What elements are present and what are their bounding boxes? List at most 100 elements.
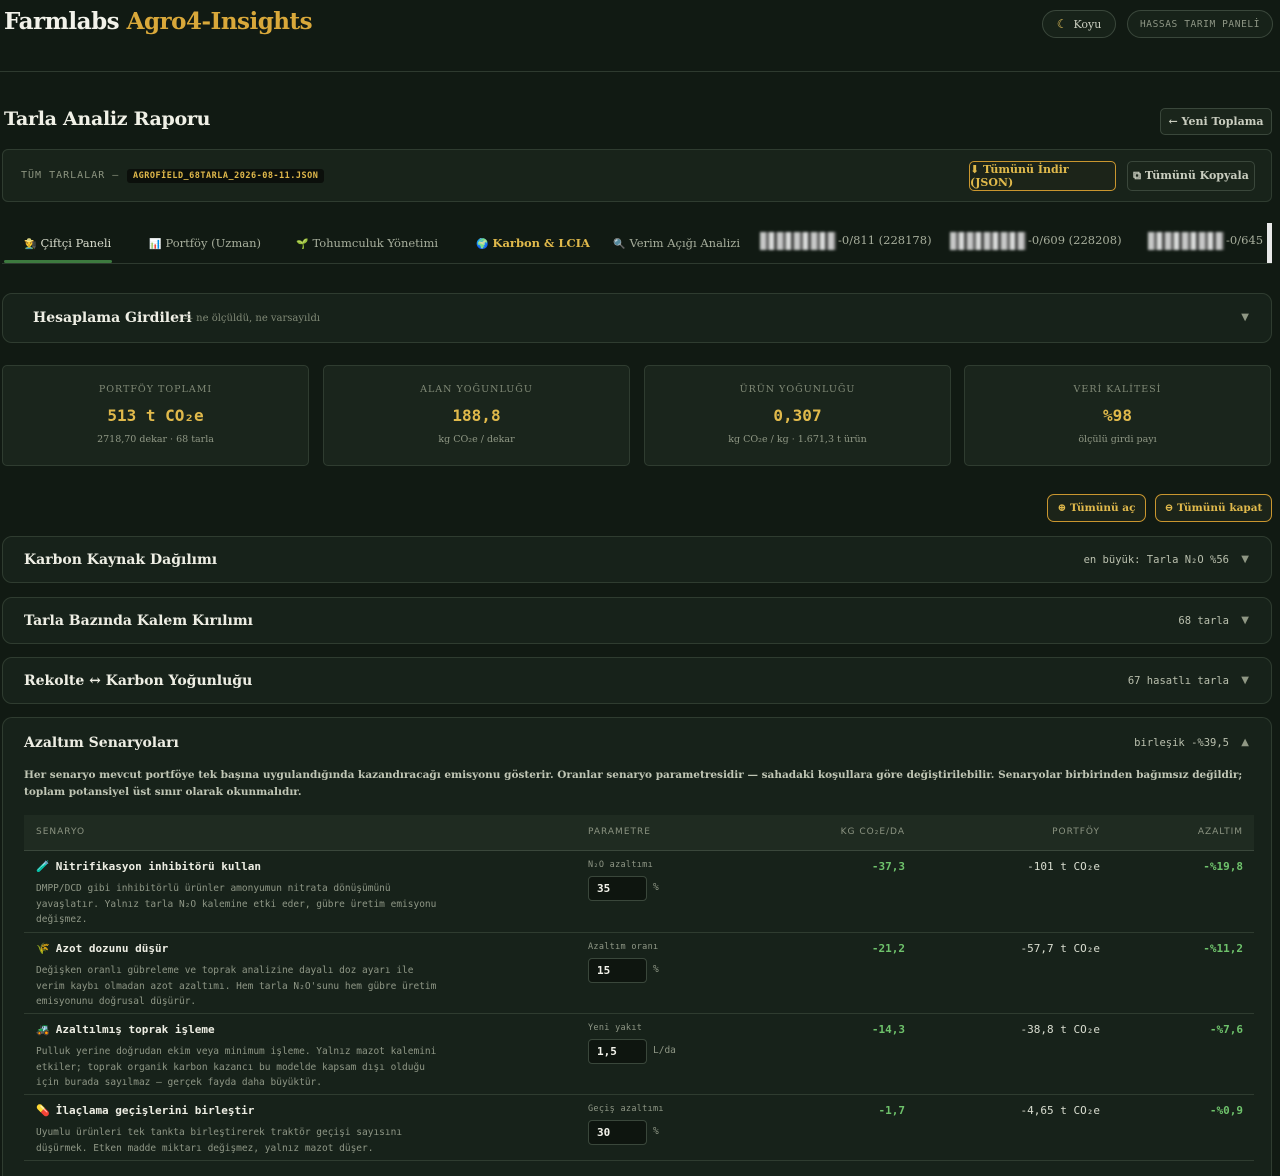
parameter-input[interactable]: 15	[588, 958, 647, 983]
kg-per-decare-value: -21,2	[871, 942, 905, 955]
calculation-inputs-panel[interactable]: Hesaplama Girdileri — ne ölçüldü, ne var…	[2, 293, 1272, 343]
seedling-icon: 🌱	[296, 239, 309, 250]
page-title: Tarla Analiz Raporu	[4, 108, 211, 130]
scenario-description: Pulluk yerine doğrudan ekim veya minimum…	[36, 1046, 437, 1088]
chevron-down-icon[interactable]: ▼	[1241, 554, 1249, 565]
files-filename: AGROFİELD_68TARLA_2026-08-11.JSON	[127, 169, 325, 183]
tab-yield-gap[interactable]: 🔍 Verim Açığı Analizi	[613, 236, 740, 250]
tab-field-2[interactable]: -0/609 (228208)	[950, 232, 1122, 250]
section-title[interactable]: Azaltım Senaryoları	[24, 735, 179, 751]
scenario-name: 💊 İlaçlama geçişlerini birleştir	[36, 1104, 254, 1117]
magnifier-icon: 🔍	[613, 239, 626, 250]
redacted-field-name	[950, 232, 1026, 250]
section-title: Rekolte ↔ Karbon Yoğunluğu	[24, 673, 253, 689]
scenario-name-text: Azaltılmış toprak işleme	[55, 1023, 215, 1036]
top-bar: Farmlabs Agro4-Insights ☾ Koyu HASSAS TA…	[0, 0, 1280, 72]
kpi-value: 0,307	[773, 406, 822, 425]
kpi-label: PORTFÖY TOPLAMI	[98, 384, 213, 395]
kpi-value: %98	[1103, 406, 1132, 425]
column-header-portfolio: PORTFÖY	[1052, 827, 1100, 837]
scenario-description: Değişken oranlı gübreleme ve toprak anal…	[36, 965, 437, 1007]
parameter-label: Yeni yakıt	[588, 1023, 643, 1033]
table-header: SENARYO PARAMETRE KG CO₂E/DA PORTFÖY AZA…	[24, 815, 1254, 851]
download-all-button[interactable]: ⬇ Tümünü İndir (JSON)	[969, 161, 1116, 191]
active-tab-indicator	[4, 260, 112, 263]
brand-logo: Farmlabs Agro4-Insights	[4, 8, 313, 35]
scenario-name: 🧪 Nitrifikasyon inhibitörü kullan	[36, 860, 261, 873]
column-header-kg: KG CO₂E/DA	[840, 827, 905, 837]
tab-scroll-edge[interactable]	[1267, 223, 1272, 263]
kpi-card-product-intensity: ÜRÜN YOĞUNLUĞU 0,307 kg CO₂e / kg · 1.67…	[644, 365, 951, 466]
tab-label: Verim Açığı Analizi	[629, 236, 741, 250]
pill-icon: 💊	[36, 1104, 50, 1117]
panel-label: HASSAS TARIM PANELİ	[1139, 18, 1261, 30]
table-row: 🚜 Azaltılmış toprak işleme Pulluk yerine …	[24, 1014, 1254, 1095]
parameter-label: N₂O azaltımı	[588, 860, 654, 870]
copy-all-button[interactable]: ⧉ Tümünü Kopyala	[1127, 161, 1255, 191]
inputs-subtitle: — ne ölçüldü, ne varsayıldı	[183, 313, 321, 324]
section-yield-carbon-intensity[interactable]: Rekolte ↔ Karbon Yoğunluğu 67 hasatlı ta…	[2, 657, 1272, 704]
kpi-card-area-intensity: ALAN YOĞUNLUĞU 188,8 kg CO₂e / dekar	[323, 365, 630, 466]
reduction-value: -%0,9	[1209, 1104, 1243, 1117]
tab-seed-management[interactable]: 🌱 Tohumculuk Yönetimi	[296, 236, 438, 250]
section-field-item-breakdown[interactable]: Tarla Bazında Kalem Kırılımı 68 tarla ▼	[2, 597, 1272, 644]
kpi-subtext: kg CO₂e / kg · 1.671,3 t ürün	[728, 434, 867, 445]
kpi-subtext: ölçülü girdi payı	[1078, 434, 1157, 445]
tab-carbon-lcia[interactable]: 🌍 Karbon & LCIA	[476, 236, 590, 250]
scenario-name-text: İlaçlama geçişlerini birleştir	[55, 1104, 255, 1117]
theme-toggle-button[interactable]: ☾ Koyu	[1042, 10, 1116, 38]
tab-label: -0/609 (228208)	[1028, 233, 1122, 247]
tab-label: Çiftçi Paneli	[40, 236, 112, 250]
tab-field-1[interactable]: -0/811 (228178)	[760, 232, 932, 250]
parameter-input[interactable]: 1,5	[588, 1039, 647, 1064]
tractor-icon: 🚜	[36, 1023, 50, 1036]
collapse-all-button[interactable]: ⊖ Tümünü kapat	[1155, 494, 1272, 522]
tab-field-3[interactable]: -0/645	[1148, 232, 1263, 250]
scenario-description: DMPP/DCD gibi inhibitörlü ürünler amonyu…	[36, 883, 437, 925]
table-row: 🌾 Azot dozunu düşür Değişken oranlı gübre…	[24, 933, 1254, 1014]
chevron-down-icon[interactable]: ▼	[1241, 312, 1249, 323]
globe-icon: 🌍	[476, 239, 489, 250]
redacted-field-name	[1148, 232, 1224, 250]
kpi-card-data-quality: VERİ KALİTESİ %98 ölçülü girdi payı	[964, 365, 1271, 466]
parameter-unit: %	[653, 1126, 659, 1137]
parameter-input[interactable]: 30	[588, 1120, 647, 1145]
scenario-name: 🌾 Azot dozunu düşür	[36, 942, 168, 955]
reduction-value: -%11,2	[1203, 942, 1243, 955]
kg-per-decare-value: -14,3	[871, 1023, 905, 1036]
theme-label: Koyu	[1073, 17, 1102, 31]
files-label: TÜM TARLALAR —	[21, 170, 120, 181]
chart-icon: 📊	[149, 239, 162, 250]
scenario-name: 🚜 Azaltılmış toprak işleme	[36, 1023, 215, 1036]
portfolio-value: -57,7 t CO₂e	[1020, 942, 1100, 955]
chevron-down-icon[interactable]: ▼	[1241, 615, 1249, 626]
portfolio-value: -4,65 t CO₂e	[1020, 1104, 1100, 1117]
kpi-card-portfolio-total: PORTFÖY TOPLAMI 513 t CO₂e 2718,70 dekar…	[2, 365, 309, 466]
tab-farmer-panel[interactable]: 👨‍🌾 Çiftçi Paneli	[24, 236, 111, 250]
expand-all-button[interactable]: ⊕ Tümünü aç	[1047, 494, 1146, 522]
table-row: 🧪 Nitrifikasyon inhibitörü kullan DMPP/DC…	[24, 851, 1254, 933]
portfolio-value: -38,8 t CO₂e	[1020, 1023, 1100, 1036]
parameter-input[interactable]: 35	[588, 876, 647, 901]
section-carbon-source-distribution[interactable]: Karbon Kaynak Dağılımı en büyük: Tarla N…	[2, 536, 1272, 583]
section-meta: birleşik -%39,5	[1134, 737, 1229, 749]
brand-accent: Agro4-Insights	[126, 8, 313, 35]
kpi-subtext: kg CO₂e / dekar	[438, 434, 515, 445]
section-title: Tarla Bazında Kalem Kırılımı	[24, 613, 253, 629]
kpi-value: 188,8	[452, 406, 501, 425]
files-bar: TÜM TARLALAR — AGROFİELD_68TARLA_2026-08…	[2, 149, 1272, 202]
chevron-down-icon[interactable]: ▼	[1241, 675, 1249, 686]
chevron-up-icon[interactable]: ▲	[1241, 737, 1249, 748]
table-row: 💊 İlaçlama geçişlerini birleştir Uyumlu ü…	[24, 1095, 1254, 1161]
tab-label: -0/811 (228178)	[838, 233, 932, 247]
new-collection-button[interactable]: ← Yeni Toplama	[1160, 108, 1272, 135]
tab-portfolio[interactable]: 📊 Portföy (Uzman)	[149, 236, 261, 250]
tab-label: Karbon & LCIA	[492, 236, 590, 250]
kpi-label: ÜRÜN YOĞUNLUĞU	[739, 384, 856, 395]
column-header-reduction: AZALTIM	[1197, 827, 1243, 837]
portfolio-value: -101 t CO₂e	[1027, 860, 1100, 873]
panel-badge: HASSAS TARIM PANELİ	[1127, 10, 1273, 38]
farmer-icon: 👨‍🌾	[24, 239, 37, 250]
tab-label: Portföy (Uzman)	[165, 236, 261, 250]
column-header-scenario: SENARYO	[36, 827, 86, 837]
